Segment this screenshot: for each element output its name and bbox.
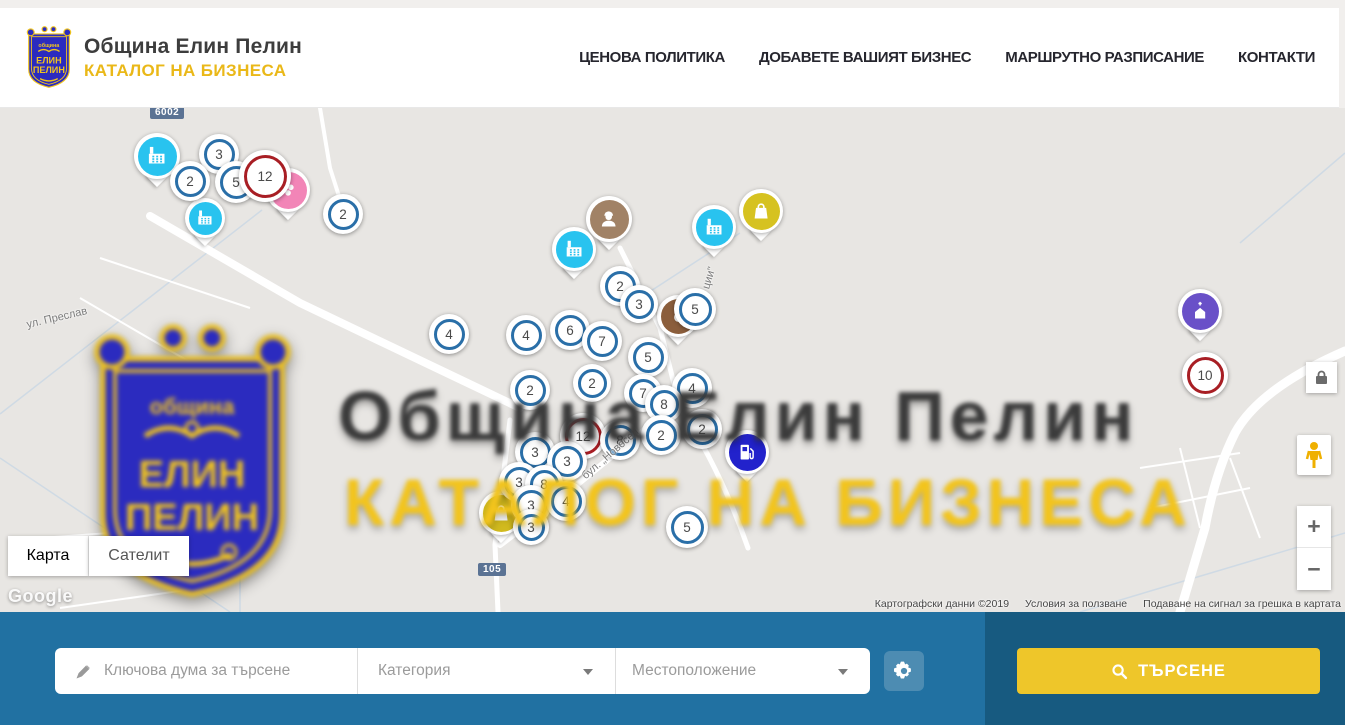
chevron-down-icon	[838, 669, 848, 675]
cluster-count: 2	[588, 376, 596, 391]
cluster-count: 10	[1197, 368, 1212, 383]
location-select-value: Местоположение	[632, 662, 756, 680]
chevron-down-icon	[583, 669, 593, 675]
cluster-count: 2	[698, 422, 706, 437]
cluster-marker[interactable]: 2	[323, 194, 363, 234]
cluster-count: 5	[644, 350, 652, 365]
cluster-count: 12	[257, 169, 272, 184]
road-shield-label: 105	[478, 563, 506, 576]
cluster-count: 8	[660, 397, 668, 412]
cluster-marker[interactable]: 4	[546, 481, 586, 521]
category-select-value: Категория	[378, 662, 450, 680]
cluster-count: 2	[657, 428, 665, 443]
cluster-marker[interactable]: 2	[170, 161, 210, 201]
cluster-marker[interactable]: 5	[666, 506, 708, 548]
search-fields: Категория Местоположение	[55, 648, 870, 694]
category-select[interactable]: Категория	[358, 648, 616, 694]
cluster-marker[interactable]: 5	[674, 288, 716, 330]
cluster-count: 4	[445, 327, 453, 342]
google-logo[interactable]: Google	[8, 586, 73, 607]
fuel-pin[interactable]	[725, 430, 769, 474]
zoom-out-button[interactable]: −	[1297, 548, 1331, 590]
factory-pin[interactable]	[185, 198, 225, 238]
logo-text: Община Елин Пелин КАТАЛОГ НА БИЗНЕСА	[84, 35, 302, 81]
svg-text:ПЕЛИН: ПЕЛИН	[33, 65, 65, 75]
cluster-count: 3	[563, 454, 571, 469]
cluster-count: 2	[186, 174, 194, 189]
search-button-label: ТЪРСЕНЕ	[1138, 662, 1226, 681]
map-type-satellite-button[interactable]: Сателит	[89, 536, 189, 576]
factory-pin[interactable]	[552, 227, 596, 271]
cluster-marker[interactable]: 2	[510, 370, 550, 410]
lock-icon	[1315, 370, 1328, 385]
main-nav: ЦЕНОВА ПОЛИТИКА ДОБАВЕТЕ ВАШИЯТ БИЗНЕС М…	[579, 8, 1315, 107]
map-type-map-button[interactable]: Карта	[8, 536, 89, 576]
site-subtitle: КАТАЛОГ НА БИЗНЕСА	[84, 61, 302, 81]
keyword-search-input[interactable]	[104, 662, 324, 680]
search-bar: Категория Местоположение ТЪРСЕНЕ	[0, 612, 1345, 725]
attribution-terms-link[interactable]: Условия за ползване	[1025, 598, 1127, 610]
road-shield-label: 6002	[150, 108, 184, 119]
cluster-count: 5	[683, 520, 691, 535]
cluster-marker[interactable]: 4	[429, 314, 469, 354]
site-logo[interactable]: община ЕЛИН ПЕЛИН Община Елин Пелин КАТА…	[24, 26, 302, 90]
nav-item-add-business[interactable]: ДОБАВЕТЕ ВАШИЯТ БИЗНЕС	[759, 49, 971, 66]
cluster-marker[interactable]: 2	[682, 409, 722, 449]
cluster-marker[interactable]: 10	[1182, 352, 1228, 398]
cluster-count: 3	[635, 297, 643, 312]
lock-control[interactable]	[1306, 362, 1337, 393]
gear-icon	[893, 660, 915, 682]
cluster-count: 3	[527, 520, 535, 535]
search-button[interactable]: ТЪРСЕНЕ	[1017, 648, 1320, 694]
svg-text:ЕЛИН: ЕЛИН	[36, 55, 61, 65]
bag-pin[interactable]	[739, 189, 783, 233]
page: община ЕЛИН ПЕЛИН Община Елин Пелин КАТА…	[0, 0, 1345, 725]
svg-text:община: община	[38, 42, 60, 49]
cluster-marker[interactable]: 2	[573, 364, 611, 402]
nav-item-contacts[interactable]: КОНТАКТИ	[1238, 49, 1315, 66]
pencil-icon	[75, 663, 92, 680]
cluster-marker[interactable]: 4	[506, 315, 546, 355]
advanced-settings-button[interactable]	[884, 651, 924, 691]
pegman-icon	[1305, 441, 1323, 469]
cluster-marker[interactable]: 3	[620, 285, 658, 323]
cluster-count: 6	[566, 323, 574, 338]
attribution-report-link[interactable]: Подаване на сигнал за грешка в картата	[1143, 598, 1341, 610]
cluster-marker[interactable]: 3	[513, 509, 549, 545]
nav-item-pricing[interactable]: ЦЕНОВА ПОЛИТИКА	[579, 49, 725, 66]
cluster-marker[interactable]: 5	[628, 337, 668, 377]
cluster-count: 2	[339, 207, 347, 222]
pegman-control[interactable]	[1297, 435, 1331, 475]
zoom-control: + −	[1297, 506, 1331, 590]
keyword-field-wrap	[55, 648, 358, 694]
map-canvas[interactable]: 3251222354467522748221283338343510 общин…	[0, 108, 1345, 612]
cluster-marker[interactable]: 7	[582, 321, 622, 361]
zoom-in-button[interactable]: +	[1297, 506, 1331, 548]
cluster-count: 4	[522, 328, 530, 343]
header: община ЕЛИН ПЕЛИН Община Елин Пелин КАТА…	[0, 8, 1339, 108]
cluster-count: 4	[688, 381, 696, 396]
search-icon	[1111, 663, 1128, 680]
municipality-crest-icon: община ЕЛИН ПЕЛИН	[24, 26, 74, 90]
site-title: Община Елин Пелин	[84, 35, 302, 59]
cluster-marker[interactable]: 2	[641, 415, 681, 455]
cluster-count: 3	[531, 445, 539, 460]
factory-pin[interactable]	[692, 205, 736, 249]
cluster-count: 2	[526, 383, 534, 398]
map-type-control: Карта Сателит	[8, 536, 189, 576]
cluster-marker[interactable]: 12	[239, 150, 291, 202]
cluster-count: 4	[562, 494, 570, 509]
nav-item-timetable[interactable]: МАРШРУТНО РАЗПИСАНИЕ	[1005, 49, 1204, 66]
cluster-count: 3	[215, 147, 223, 162]
cluster-count: 5	[691, 302, 699, 317]
top-strip	[0, 0, 1345, 8]
attribution-copyright: Картографски данни ©2019	[875, 598, 1009, 610]
location-select[interactable]: Местоположение	[616, 648, 870, 694]
map-markers-layer: 3251222354467522748221283338343510	[0, 108, 1345, 612]
cluster-count: 2	[616, 279, 624, 294]
church-pin[interactable]	[1178, 289, 1222, 333]
cluster-count: 12	[575, 429, 590, 444]
map-attribution: Картографски данни ©2019 Условия за полз…	[875, 598, 1341, 610]
cluster-count: 7	[598, 334, 606, 349]
